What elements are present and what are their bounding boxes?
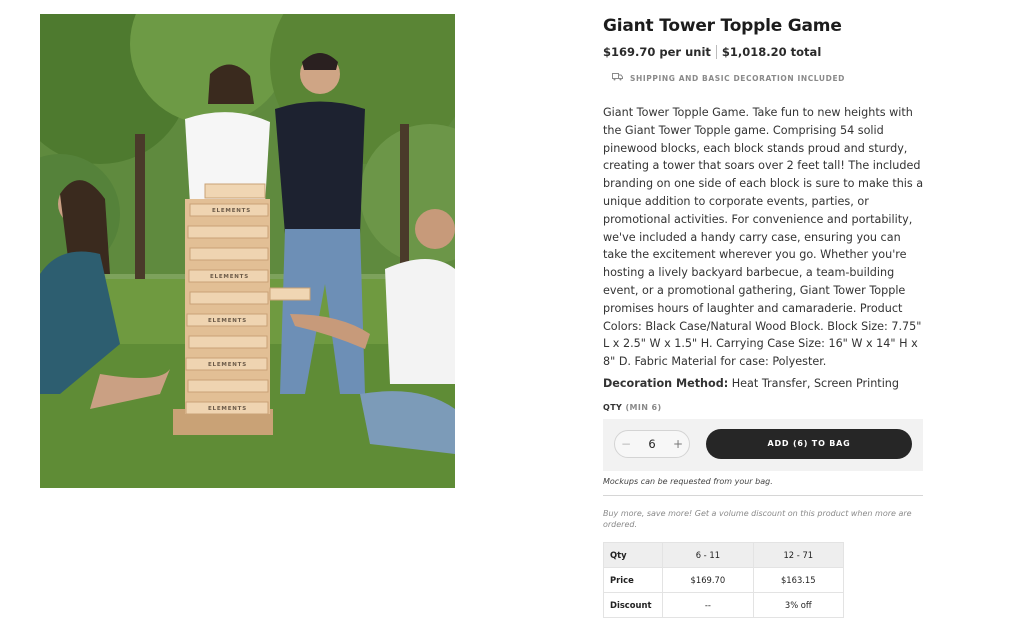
quantity-stepper[interactable]: − 6 + (614, 429, 690, 458)
increase-quantity-button[interactable]: + (667, 437, 689, 451)
product-photo-illustration: ELEMENTS ELEMENTS ELEMENTS ELEMENTS ELEM… (40, 14, 455, 488)
table-header-cell: 6 - 11 (662, 541, 754, 568)
table-row: Discount -- 3% off (602, 591, 845, 618)
block-brand-text: ELEMENTS (210, 274, 249, 280)
product-image[interactable]: ELEMENTS ELEMENTS ELEMENTS ELEMENTS ELEM… (40, 14, 455, 488)
table-cell: $163.15 (752, 566, 845, 593)
shipping-note: SHIPPING AND BASIC DECORATION INCLUDED (603, 73, 923, 83)
block-brand-text: ELEMENTS (208, 318, 247, 324)
table-row: Price $169.70 $163.15 (602, 566, 845, 593)
block-brand-text: ELEMENTS (212, 208, 251, 214)
table-row-label: Discount (602, 591, 664, 618)
shipping-text: SHIPPING AND BASIC DECORATION INCLUDED (630, 73, 845, 83)
table-header-cell: 12 - 71 (752, 541, 845, 568)
block-brand-text: ELEMENTS (208, 406, 247, 412)
unit-price: $169.70 per unit (603, 45, 711, 59)
decoration-value: Heat Transfer, Screen Printing (731, 376, 899, 390)
table-header-row: Qty 6 - 11 12 - 71 (602, 541, 845, 568)
table-header-cell: Qty (602, 541, 664, 568)
decoration-label: Decoration Method: (603, 376, 729, 390)
table-cell: -- (662, 591, 754, 618)
product-title: Giant Tower Topple Game (603, 16, 842, 36)
table-cell: 3% off (752, 591, 845, 618)
table-row-label: Price (602, 566, 664, 593)
decrease-quantity-button[interactable]: − (615, 437, 637, 451)
quantity-value[interactable]: 6 (648, 437, 655, 451)
truck-icon (612, 73, 623, 83)
volume-pricing-table: Qty 6 - 11 12 - 71 Price $169.70 $163.15… (602, 541, 845, 618)
mockup-note: Mockups can be requested from your bag. (603, 476, 773, 486)
product-description: Giant Tower Topple Game. Take fun to new… (603, 106, 924, 369)
volume-discount-note: Buy more, save more! Get a volume discou… (603, 508, 912, 529)
block-brand-text: ELEMENTS (208, 362, 247, 368)
buy-box: − 6 + ADD (6) TO BAG (603, 418, 923, 471)
decoration-method: Decoration Method: Heat Transfer, Screen… (603, 377, 923, 390)
price-line: $169.70 per unit $1,018.20 total (603, 45, 923, 59)
qty-text: QTY (603, 402, 623, 412)
product-info: Giant Tower Topple Game $169.70 per unit… (602, 14, 924, 618)
add-to-bag-button[interactable]: ADD (6) TO BAG (706, 428, 912, 459)
section-divider (603, 494, 923, 496)
qty-min: (MIN 6) (625, 402, 662, 412)
price-divider (715, 45, 717, 59)
table-cell: $169.70 (662, 566, 754, 593)
qty-label: QTY (MIN 6) (603, 403, 923, 412)
total-price: $1,018.20 total (721, 45, 822, 59)
